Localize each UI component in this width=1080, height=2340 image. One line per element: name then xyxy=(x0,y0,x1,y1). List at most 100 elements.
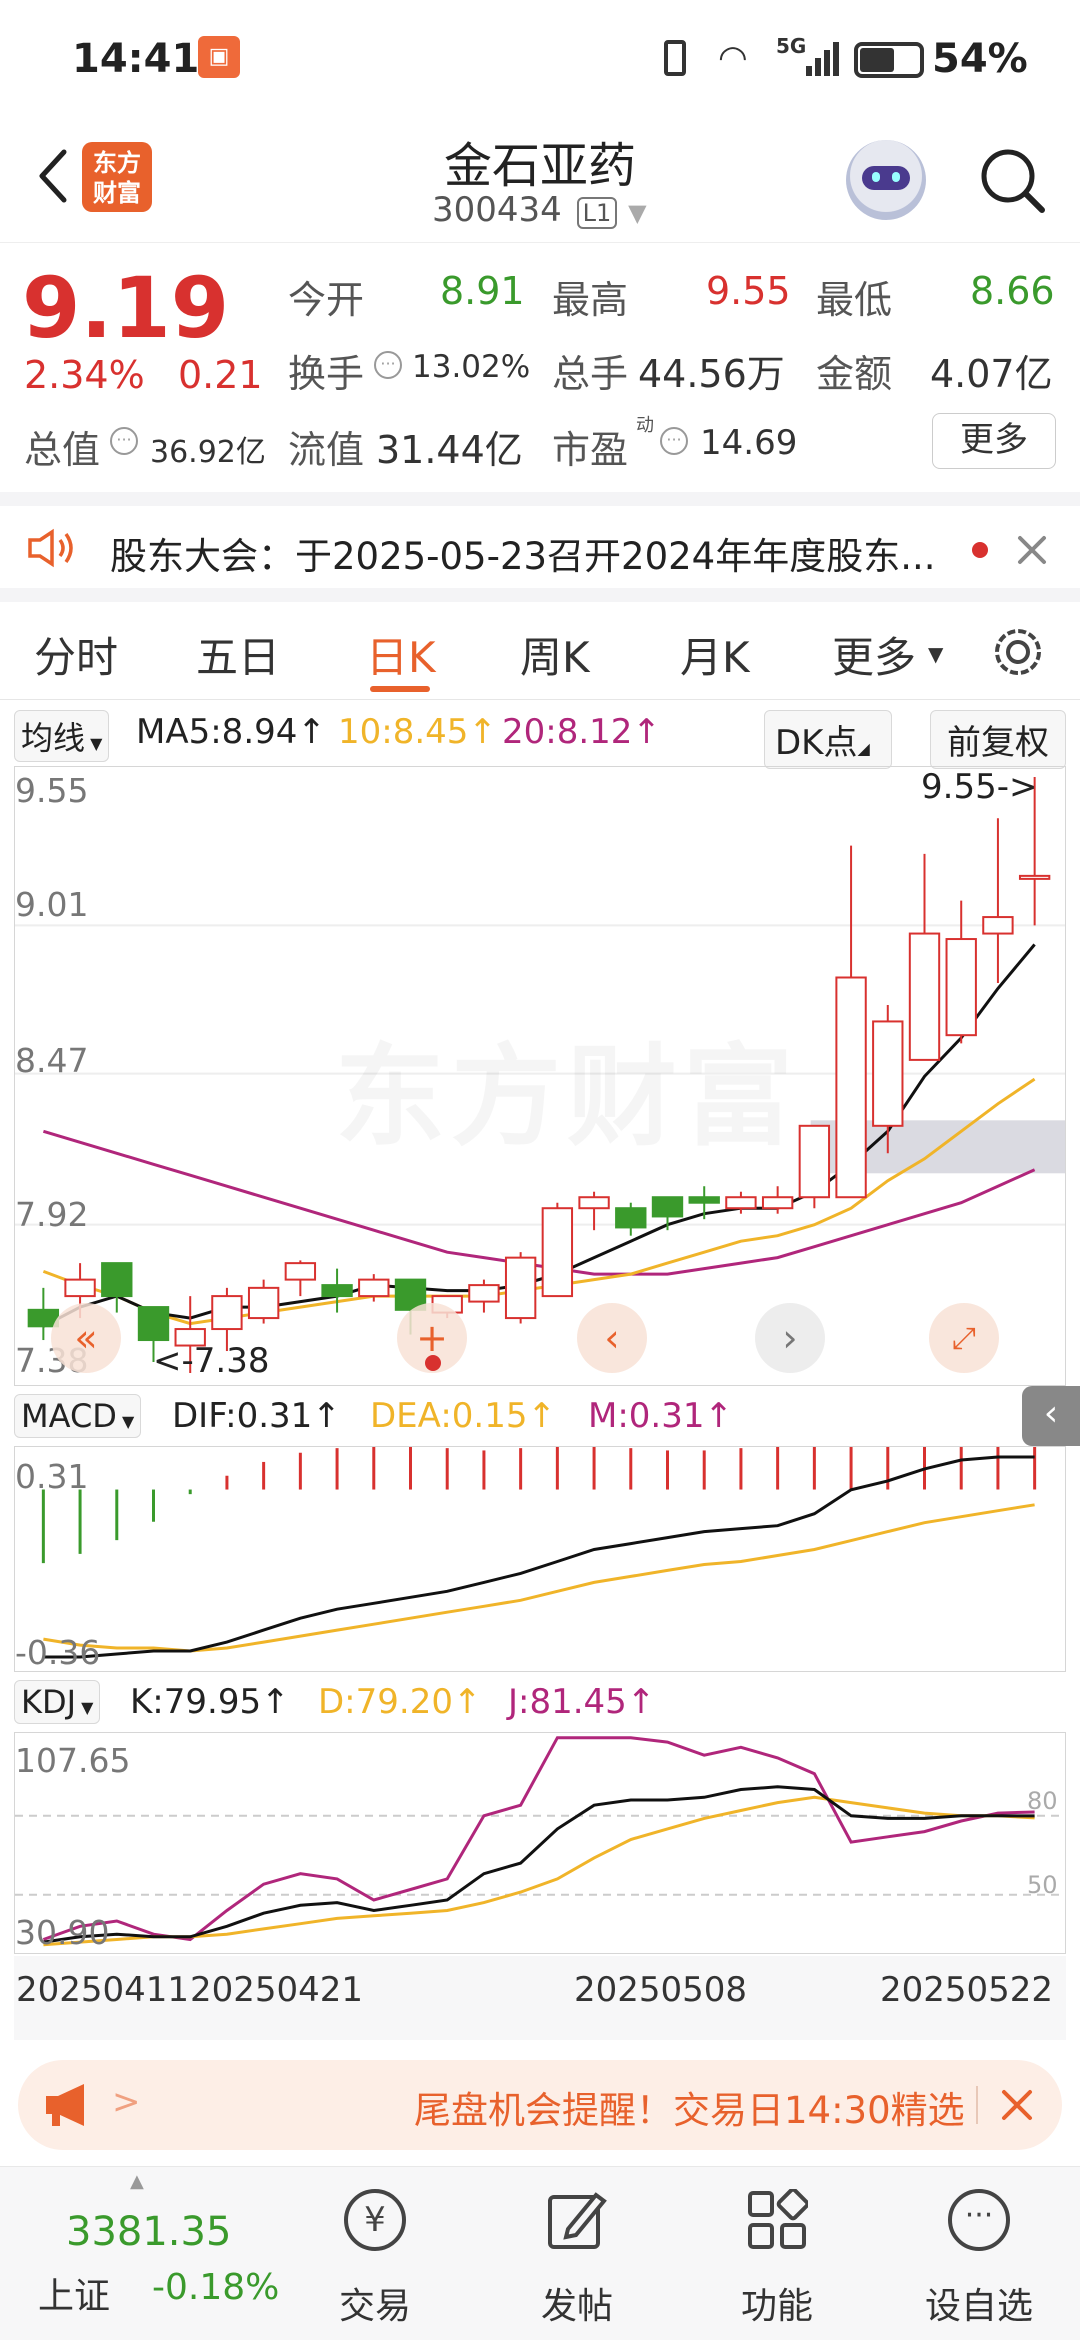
info-icon[interactable]: ··· xyxy=(374,351,402,379)
ma-selector[interactable]: 均线 ▼ xyxy=(14,710,110,762)
nav-trade-label: 交易 xyxy=(338,2286,411,2327)
wifi-icon: ◠ xyxy=(718,38,748,78)
info-icon[interactable]: ··· xyxy=(660,427,688,455)
mktcap-label: 总值 xyxy=(24,428,101,472)
date-label-3: 20250508 xyxy=(574,1970,748,2010)
search-icon[interactable] xyxy=(976,144,1048,216)
status-time: 14:41 xyxy=(72,36,200,82)
macd-selector[interactable]: MACD ▼ xyxy=(14,1394,142,1438)
banner-text: 尾盘机会提醒！交易日14:30精选 xyxy=(414,2089,965,2132)
more-dots-icon: ··· xyxy=(948,2189,1010,2251)
macd-selector-label: MACD xyxy=(21,1397,117,1435)
kdj-selector[interactable]: KDJ ▼ xyxy=(14,1680,101,1724)
candle-body xyxy=(651,1196,684,1218)
kdj-ref-80: 80 xyxy=(1027,1787,1058,1815)
bottom-toolbar: ▲ 3381.35 上证 -0.18% ¥ 交易 发帖 功能 ··· 设自选 xyxy=(0,2166,1080,2340)
close-icon[interactable] xyxy=(996,2084,1038,2126)
kline-chart[interactable]: 东方财富 9.55 9.01 8.47 7.92 7.38 9.55-> <-7… xyxy=(14,766,1066,1386)
nav-functions[interactable]: 功能 xyxy=(702,2167,852,2340)
trade-yen-icon: ¥ xyxy=(344,2189,406,2251)
dea-line xyxy=(43,1503,1035,1653)
index-widget[interactable]: ▲ 3381.35 上证 -0.18% xyxy=(30,2167,290,2340)
tab-intraday[interactable]: 分时 xyxy=(34,624,118,685)
tab-more[interactable]: 更多 xyxy=(832,624,916,685)
nav-post-label: 发帖 xyxy=(540,2286,613,2327)
collapse-panel-icon[interactable]: ‹ xyxy=(1022,1386,1080,1446)
level-badge: L1 xyxy=(576,197,618,229)
low-value: 8.66 xyxy=(970,269,1055,313)
amount-value: 4.07亿 xyxy=(930,352,1053,396)
nav-add-watchlist[interactable]: ··· 设自选 xyxy=(904,2167,1054,2340)
dk-point-button[interactable]: DK点◢ xyxy=(764,710,892,769)
adjust-button[interactable]: 前复权 xyxy=(930,710,1066,769)
kdj-selector-label: KDJ xyxy=(21,1683,77,1721)
kdj-legend: KDJ ▼ K:79.95↑ D:79.20↑ J:81.45↑ xyxy=(0,1672,1080,1732)
ma-selector-label: 均线 xyxy=(21,719,86,757)
candle-body xyxy=(64,1278,96,1298)
caret-up-icon: ▲ xyxy=(130,2171,144,2192)
date-axis: 20250411 20250421 20250508 20250522 xyxy=(14,1956,1066,2040)
k-line xyxy=(43,1785,1035,1944)
ma10-value: 10:8.45↑ xyxy=(338,712,497,752)
tab-five-day[interactable]: 五日 xyxy=(196,624,280,685)
candle-body xyxy=(358,1278,390,1298)
more-button[interactable]: 更多 xyxy=(932,413,1056,469)
dea-value: DEA:0.15↑ xyxy=(370,1396,556,1436)
info-icon[interactable]: ··· xyxy=(110,427,138,455)
j-value: J:81.45↑ xyxy=(508,1682,656,1722)
vibrate-icon xyxy=(664,40,686,76)
nav-post[interactable]: 发帖 xyxy=(502,2167,652,2340)
candle-body xyxy=(101,1262,133,1298)
caret-down-icon: ▼ xyxy=(116,1412,135,1431)
chevron-down-icon: ▼ xyxy=(628,199,647,227)
announcement-bar[interactable]: 股东大会：于2025-05-23召开2024年年度股东... xyxy=(0,492,1080,602)
macd-y-bottom: -0.36 xyxy=(15,1633,101,1672)
macd-svg xyxy=(41,1447,1037,1659)
prev-icon[interactable]: ‹ xyxy=(577,1303,647,1373)
battery-icon xyxy=(854,42,924,78)
j-line xyxy=(42,1736,1035,1942)
robot-assistant-icon[interactable] xyxy=(846,140,926,220)
nav-functions-label: 功能 xyxy=(740,2286,813,2327)
close-icon[interactable] xyxy=(1012,530,1052,570)
kdj-chart[interactable]: 107.65 30.90 80 50 xyxy=(14,1732,1066,1954)
candle-body xyxy=(982,916,1014,935)
y-label-4: 7.92 xyxy=(15,1195,89,1234)
open-label: 今开 xyxy=(288,278,365,322)
candle-body xyxy=(761,1196,794,1210)
candle-body xyxy=(725,1196,757,1210)
amount-label: 金额 xyxy=(816,352,893,396)
turnover-value: 13.02% xyxy=(412,349,531,385)
ma-legend-bar: 均线 ▼ MA5:8.94↑ 10:8.45↑ 20:8.12↑ DK点◢ 前复… xyxy=(0,702,1080,769)
index-change: -0.18% xyxy=(152,2267,280,2308)
macd-chart[interactable]: 0.31 -0.36 xyxy=(14,1446,1066,1672)
kdj-svg xyxy=(15,1736,1065,1947)
volume-value: 44.56万 xyxy=(638,352,785,396)
tab-monthly-k[interactable]: 月K xyxy=(680,624,750,685)
stock-code-row[interactable]: 300434 L1 ▼ xyxy=(432,190,647,234)
candle-body xyxy=(468,1284,500,1303)
next-icon[interactable]: › xyxy=(755,1303,825,1373)
scroll-left-icon[interactable]: « xyxy=(51,1303,121,1373)
settings-gear-icon[interactable] xyxy=(990,624,1046,680)
active-tab-indicator xyxy=(370,686,430,692)
back-icon[interactable] xyxy=(24,146,84,206)
pe-label: 市盈 xyxy=(552,428,629,472)
app-notification-icon: ▣ xyxy=(198,36,240,78)
speaker-icon xyxy=(26,528,80,568)
period-tabs: 分时 五日 日K 周K 月K 更多 ▼ xyxy=(0,602,1080,700)
tab-daily-k[interactable]: 日K xyxy=(366,624,436,685)
unread-dot xyxy=(972,542,988,558)
nav-trade[interactable]: ¥ 交易 xyxy=(300,2167,450,2340)
m-value: M:0.31↑ xyxy=(588,1396,733,1436)
network-type: 5G xyxy=(776,34,807,58)
promo-banner[interactable]: > 尾盘机会提醒！交易日14:30精选 xyxy=(18,2060,1062,2150)
signal-icon xyxy=(806,40,840,76)
kdj-ref-50: 50 xyxy=(1027,1871,1058,1899)
pe-superscript: 动 xyxy=(636,415,654,436)
candle-body xyxy=(798,1124,831,1199)
dif-value: DIF:0.31↑ xyxy=(172,1396,341,1436)
tab-weekly-k[interactable]: 周K xyxy=(520,624,590,685)
watermark: 东方财富 xyxy=(335,1007,799,1167)
expand-icon[interactable]: ⤢ xyxy=(929,1303,999,1373)
